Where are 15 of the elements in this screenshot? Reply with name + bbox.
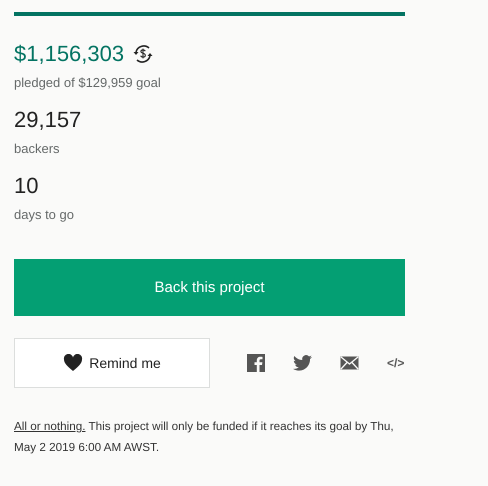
pledged-amount: $1,156,303 — [14, 40, 124, 68]
stat-caption: backers — [14, 141, 61, 156]
currency-convert-icon — [132, 43, 154, 65]
pledged-caption: pledged of $129,959 goal — [14, 75, 162, 90]
stat-caption: days to go — [14, 207, 75, 222]
funding-rule-text: All or nothing. This project will only be funded if it reaches its goal by Thu, May 2 2019 6:00 AM AWST. — [14, 419, 395, 456]
all-or-nothing-link[interactable]: All or nothing. — [14, 420, 86, 433]
stat-value: 10 — [14, 172, 40, 200]
remind-me-button[interactable]: Remind me — [14, 338, 210, 388]
facebook-icon[interactable] — [247, 354, 265, 372]
embed-code-button[interactable]: </> — [387, 356, 404, 370]
bird-icon[interactable] — [293, 355, 312, 371]
envelope-icon[interactable] — [340, 356, 359, 370]
heart-icon — [63, 354, 84, 372]
stat-value: 29,157 — [14, 106, 82, 134]
